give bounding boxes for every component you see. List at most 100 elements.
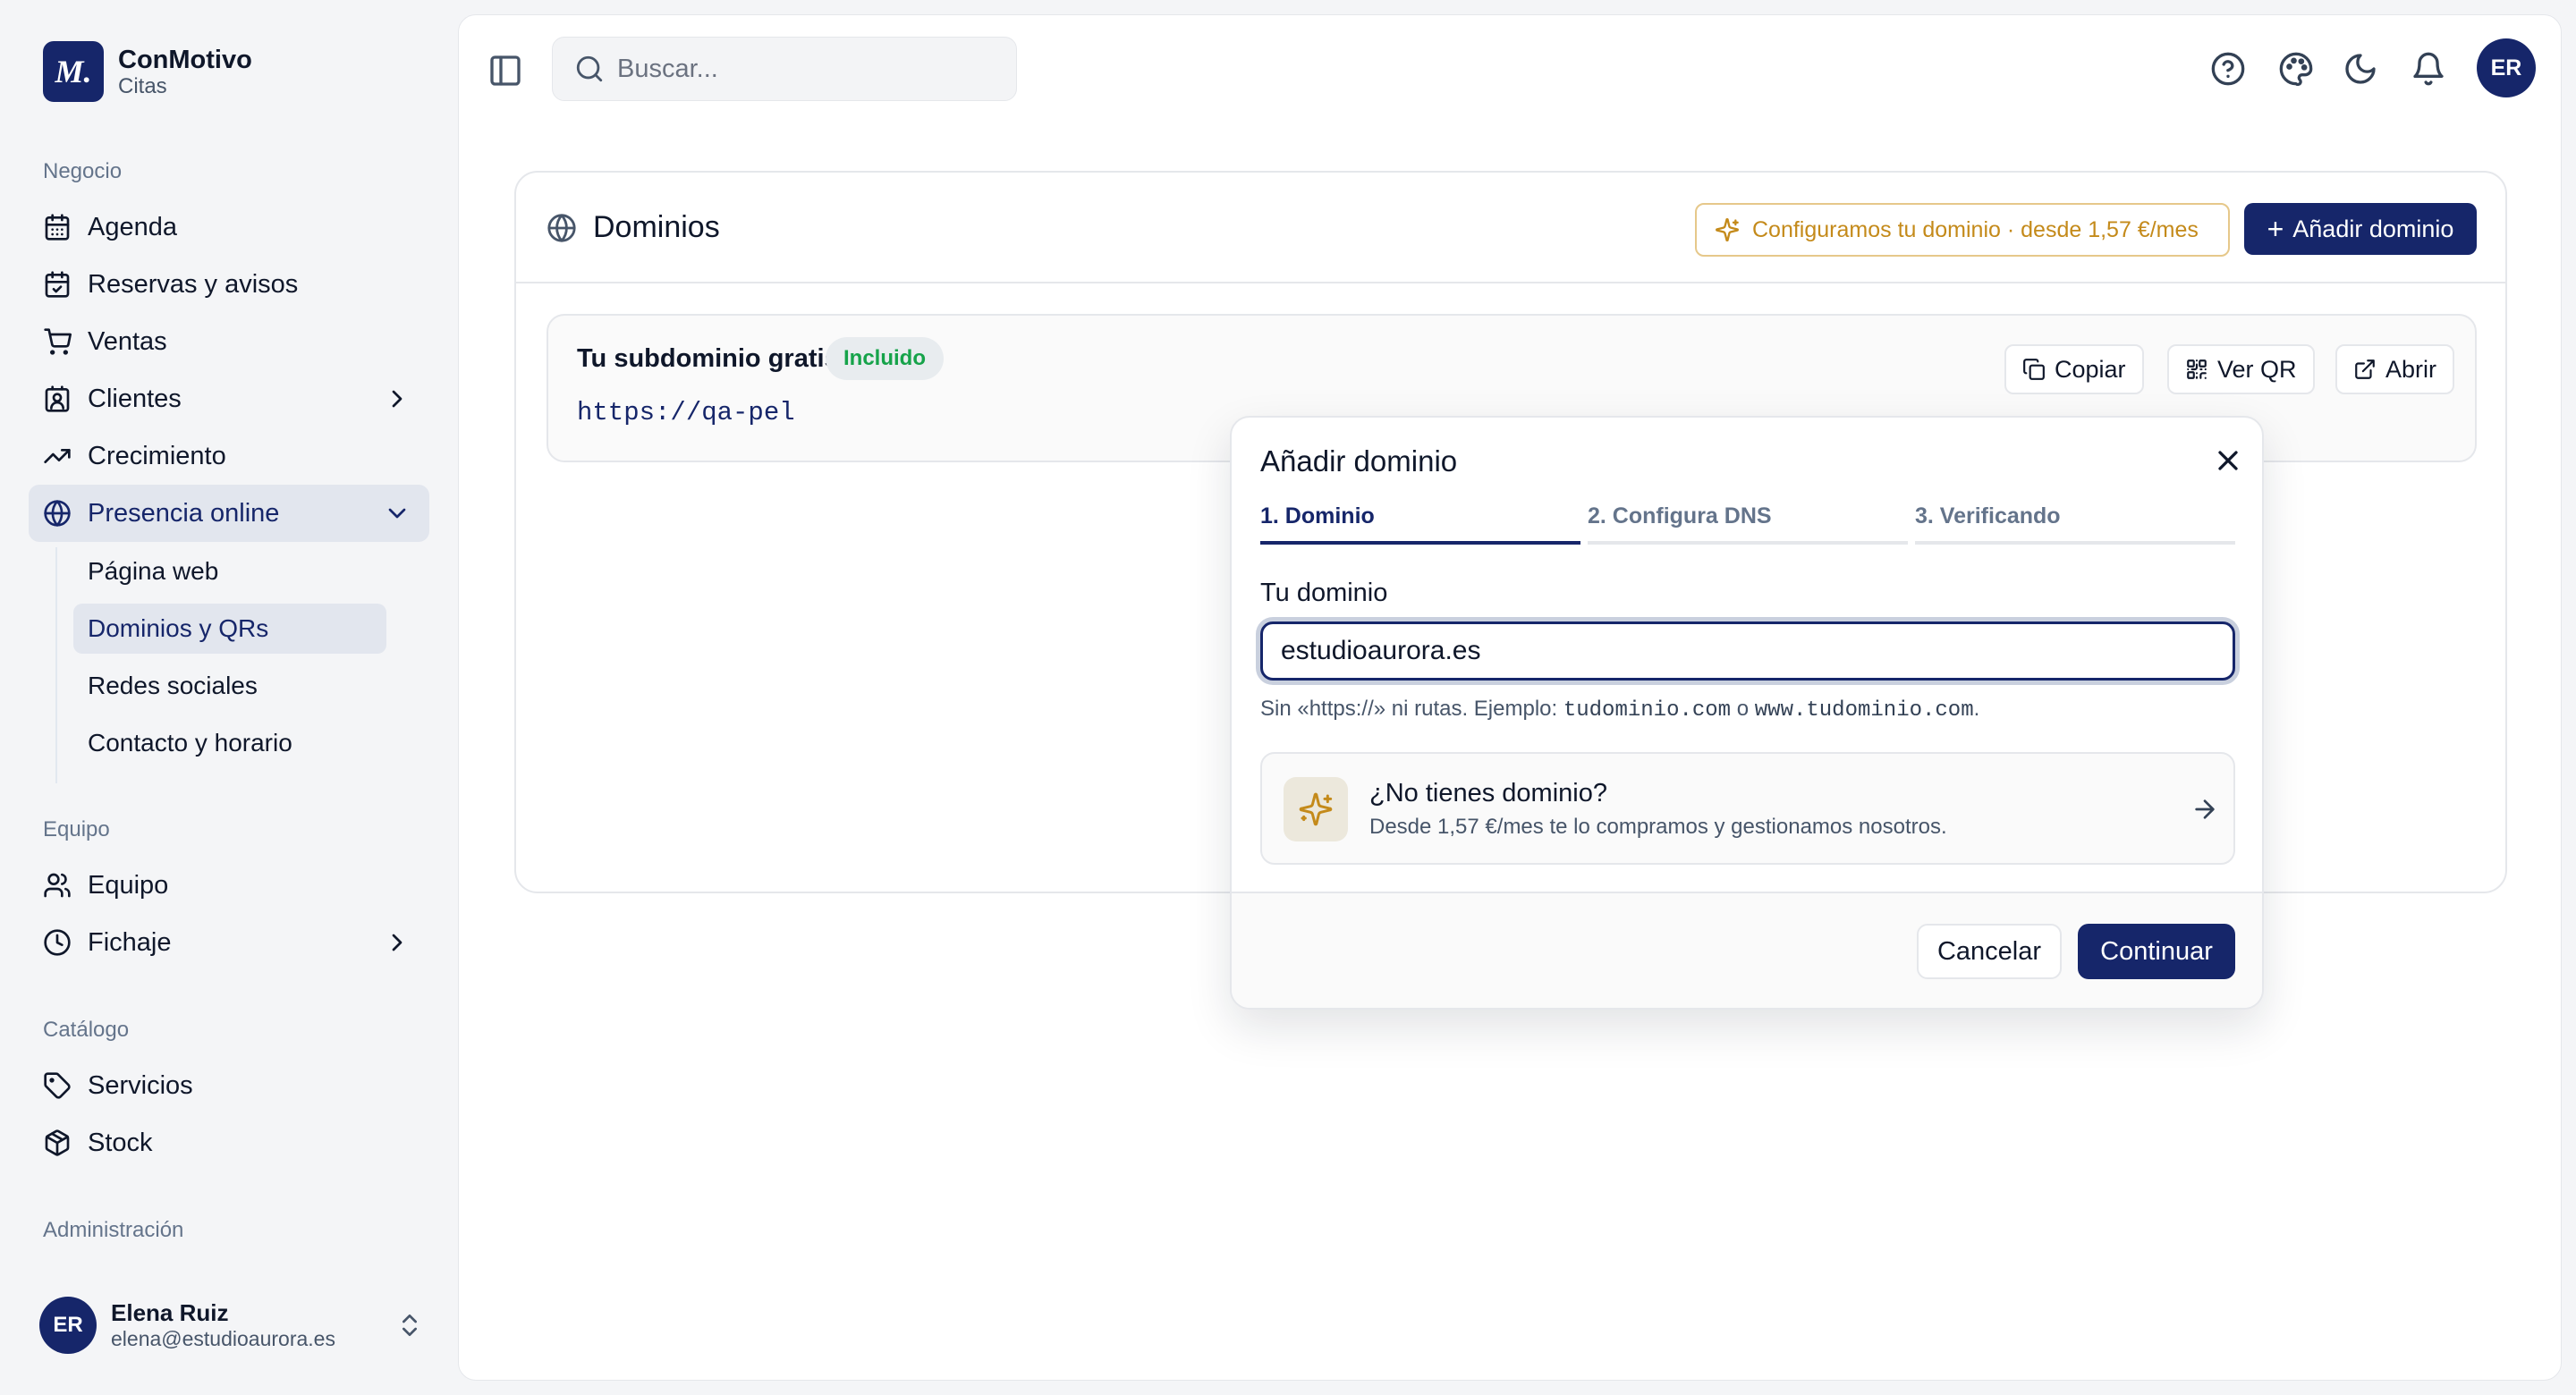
sidebar-item-fichaje[interactable]: Fichaje (29, 914, 429, 971)
user-name: Elena Ruiz (111, 1299, 229, 1326)
view-qr-label: Ver QR (2217, 355, 2297, 383)
section-label-catalogo: Catálogo (43, 1018, 130, 1042)
globe-icon (41, 497, 73, 529)
contact-icon (41, 383, 73, 415)
dialog-title: Añadir dominio (1260, 444, 1458, 478)
sidebar-item-equipo[interactable]: Equipo (29, 857, 429, 914)
sidebar-item-label: Fichaje (88, 927, 172, 957)
search-input[interactable] (617, 54, 975, 84)
search-icon (576, 55, 603, 82)
trending-up-icon (41, 440, 73, 472)
moon-icon[interactable] (2343, 51, 2378, 87)
sidebar-item-label: Stock (88, 1128, 153, 1157)
domain-field-hint: Sin «https://» ni rutas. Ejemplo: tudomi… (1260, 697, 1979, 723)
chevron-right-icon[interactable] (383, 385, 411, 413)
palette-icon[interactable] (2278, 51, 2314, 87)
sidebar-item-ventas[interactable]: Ventas (29, 313, 429, 370)
add-domain-button[interactable]: + Añadir dominio (2244, 203, 2477, 255)
promo-title: ¿No tienes dominio? (1369, 779, 1607, 807)
tab-step-verificando: 3. Verificando (1915, 503, 2235, 545)
step-label: 1. Dominio (1260, 503, 1375, 528)
hint-example-2: www.tudominio.com (1754, 698, 1974, 723)
sidebar-item-label: Equipo (88, 870, 169, 900)
hint-mid: o (1731, 697, 1755, 721)
domains-card-header: Dominios Configuramos tu dominio · desde… (516, 173, 2505, 283)
avatar[interactable]: ER (2477, 38, 2536, 97)
main-panel: ER Dominios Configuramos tu dominio · de… (458, 14, 2562, 1381)
sidebar-item-crecimiento[interactable]: Crecimiento (29, 427, 429, 485)
domain-input[interactable] (1260, 621, 2235, 681)
sidebar-item-agenda[interactable]: Agenda (29, 199, 429, 256)
tab-step-configura-dns: 2. Configura DNS (1588, 503, 1908, 545)
chevron-right-icon[interactable] (383, 928, 411, 957)
sidebar-toggle-icon[interactable] (487, 53, 523, 89)
step-label: 3. Verificando (1915, 503, 2061, 528)
sidebar-subitem-contacto-horario[interactable]: Contacto y horario (73, 718, 386, 768)
calendar-icon (41, 211, 73, 243)
hint-example-1: tudominio.com (1563, 698, 1732, 723)
tab-step-dominio: 1. Dominio (1260, 503, 1580, 545)
sidebar-item-presencia-online[interactable]: Presencia online (29, 485, 429, 542)
sidebar-item-reservas[interactable]: Reservas y avisos (29, 256, 429, 313)
page-title: Dominios (547, 210, 720, 245)
brand[interactable]: M. ConMotivo Citas (43, 41, 252, 102)
sidebar: M. ConMotivo Citas Negocio Agenda Reserv… (0, 0, 458, 1395)
sidebar-subitem-pagina-web[interactable]: Página web (73, 546, 386, 596)
promo-button-label: Configuramos tu dominio · desde 1,57 €/m… (1752, 216, 2199, 242)
section-label-equipo: Equipo (43, 817, 110, 841)
hint-prefix: Sin «https://» ni rutas. Ejemplo: (1260, 697, 1563, 721)
domain-field-label: Tu dominio (1260, 579, 1388, 607)
sidebar-subitem-redes-sociales[interactable]: Redes sociales (73, 661, 386, 711)
open-button[interactable]: Abrir (2335, 344, 2455, 394)
domain-service-promo-button[interactable]: Configuramos tu dominio · desde 1,57 €/m… (1695, 203, 2230, 257)
add-domain-dialog: Añadir dominio 1. Dominio 2. Configura D… (1230, 416, 2264, 1010)
bell-icon[interactable] (2411, 51, 2446, 87)
calendar-check-icon (41, 268, 73, 300)
qr-code-icon (2187, 359, 2207, 379)
search-box[interactable] (552, 37, 1017, 101)
hint-suffix: . (1973, 697, 1980, 721)
plus-icon: + (2267, 213, 2284, 245)
sidebar-item-servicios[interactable]: Servicios (29, 1057, 429, 1114)
subdomain-title: Tu subdominio gratis (577, 344, 839, 373)
external-link-icon (2355, 359, 2375, 379)
sidebar-item-label: Crecimiento (88, 441, 226, 470)
view-qr-button[interactable]: Ver QR (2167, 344, 2315, 394)
close-icon[interactable] (2212, 444, 2244, 477)
sidebar-item-label: Agenda (88, 212, 177, 241)
copy-button[interactable]: Copiar (2004, 344, 2144, 394)
sparkles-icon (1284, 777, 1348, 841)
help-icon[interactable] (2210, 51, 2246, 87)
sidebar-subitem-dominios-qrs[interactable]: Dominios y QRs (73, 604, 386, 654)
section-label-administracion: Administración (43, 1218, 184, 1242)
promo-description: Desde 1,57 €/mes te lo compramos y gesti… (1369, 815, 1947, 839)
sidebar-item-clientes[interactable]: Clientes (29, 370, 429, 427)
sidebar-item-label: Servicios (88, 1070, 193, 1100)
tag-icon (41, 1070, 73, 1102)
chevron-down-icon[interactable] (383, 499, 411, 528)
user-email: elena@estudioaurora.es (111, 1327, 335, 1350)
step-indicator (1915, 541, 2235, 545)
sidebar-item-label: Presencia online (88, 498, 280, 528)
status-badge: Incluido (826, 337, 944, 380)
cancel-button[interactable]: Cancelar (1917, 924, 2062, 979)
avatar: ER (39, 1297, 97, 1354)
sidebar-item-stock[interactable]: Stock (29, 1114, 429, 1171)
open-label: Abrir (2385, 355, 2437, 383)
add-domain-label: Añadir dominio (2292, 215, 2454, 242)
user-menu[interactable]: ER Elena Ruiz elena@estudioaurora.es (39, 1297, 424, 1354)
sidebar-item-label: Clientes (88, 384, 182, 413)
sidebar-item-label: Reservas y avisos (88, 269, 299, 299)
sidebar-item-label: Ventas (88, 326, 167, 356)
chevrons-up-down-icon (402, 1315, 417, 1336)
step-label: 2. Configura DNS (1588, 503, 1772, 528)
submenu-guide-line (55, 547, 57, 783)
globe-icon (547, 213, 576, 242)
buy-domain-promo-card[interactable]: ¿No tienes dominio? Desde 1,57 €/mes te … (1260, 752, 2235, 865)
continue-button[interactable]: Continuar (2078, 924, 2235, 979)
sparkles-icon (1716, 218, 1739, 241)
dialog-footer: Cancelar Continuar (1232, 892, 2262, 1008)
clock-icon (41, 926, 73, 959)
users-icon (41, 869, 73, 901)
section-label-negocio: Negocio (43, 159, 123, 183)
